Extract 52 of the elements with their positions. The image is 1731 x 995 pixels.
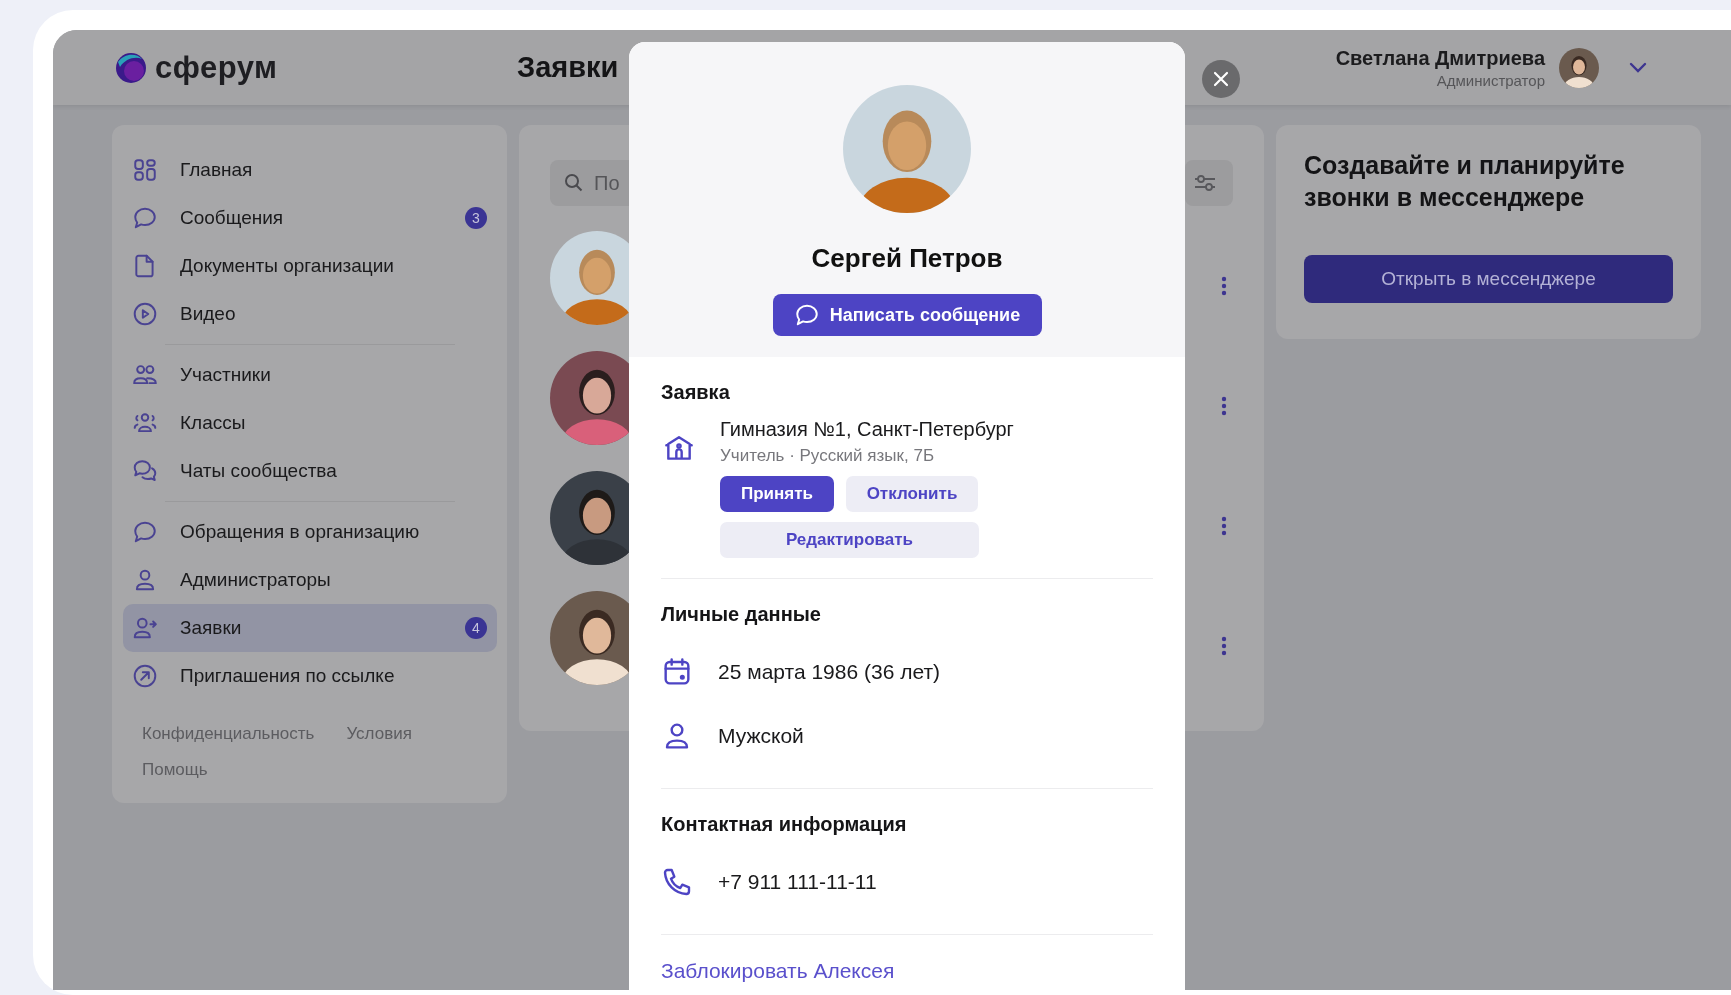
- chats-icon: [132, 458, 158, 484]
- sidebar-item[interactable]: Классы: [123, 399, 497, 447]
- logo-text: сферум: [155, 49, 278, 86]
- profile-name: Сергей Петров: [811, 243, 1003, 274]
- chat-bubble-icon: [132, 205, 158, 231]
- info-text: Мужской: [718, 724, 804, 748]
- info-text: 25 марта 1986 (36 лет): [718, 660, 940, 684]
- user-name: Светлана Дмитриева: [1335, 46, 1545, 70]
- sidebar-item[interactable]: Заявки 4: [123, 604, 497, 652]
- sidebar-item[interactable]: Обращения в организацию: [123, 508, 497, 556]
- block-user-link[interactable]: Заблокировать Алексея: [661, 959, 895, 982]
- logo-icon: [115, 51, 147, 84]
- info-text: +7 911 111-11-11: [718, 870, 877, 894]
- filter-button[interactable]: [1185, 160, 1233, 206]
- play-icon: [132, 301, 158, 327]
- section-heading: Контактная информация: [661, 813, 908, 836]
- more-icon[interactable]: [1221, 396, 1227, 416]
- sidebar-item[interactable]: Администраторы: [123, 556, 497, 604]
- count-badge: 4: [465, 617, 487, 639]
- sidebar-item[interactable]: Документы организации: [123, 242, 497, 290]
- grid-icon: [132, 157, 158, 183]
- decline-button[interactable]: Отклонить: [846, 476, 978, 512]
- person-arrow-icon: [132, 615, 158, 641]
- user-role: Администратор: [1435, 71, 1545, 89]
- search-field[interactable]: По: [550, 160, 629, 206]
- sidebar-item[interactable]: Чаты сообщества: [123, 447, 497, 495]
- chat-bubble-icon: [793, 302, 820, 328]
- section-heading: Заявка: [661, 381, 731, 404]
- sidebar-item[interactable]: Сообщения 3: [123, 194, 497, 242]
- role-details: Учитель · Русский язык, 7Б: [720, 446, 936, 466]
- more-icon[interactable]: [1221, 276, 1227, 296]
- sidebar-item[interactable]: Видео: [123, 290, 497, 338]
- chevron-down-icon[interactable]: [1629, 61, 1647, 74]
- more-icon[interactable]: [1221, 636, 1227, 656]
- write-message-button[interactable]: Написать сообщение: [772, 294, 1042, 336]
- sidebar-item[interactable]: Главная: [123, 146, 497, 194]
- page-title: Заявки: [517, 51, 619, 84]
- promo-title: Создавайте и планируйте звонки в мессенджере: [1304, 150, 1626, 213]
- chat-bubble-icon: [132, 519, 158, 545]
- count-badge: 3: [465, 207, 487, 229]
- section-heading: Личные данные: [661, 603, 822, 626]
- sidebar-item[interactable]: Участники: [123, 351, 497, 399]
- sidebar-item[interactable]: Приглашения по ссылке: [123, 652, 497, 700]
- phone-icon: [661, 866, 693, 898]
- arrow-circle-icon: [132, 663, 158, 689]
- edit-button[interactable]: Редактировать: [720, 522, 979, 558]
- calendar-icon: [661, 656, 693, 688]
- open-messenger-button[interactable]: Открыть в мессенджере: [1304, 255, 1673, 303]
- organization-name: Гимназия №1, Санкт-Петербург: [720, 418, 1014, 441]
- close-icon: [1213, 71, 1229, 87]
- accept-button[interactable]: Принять: [720, 476, 834, 512]
- more-icon[interactable]: [1221, 516, 1227, 536]
